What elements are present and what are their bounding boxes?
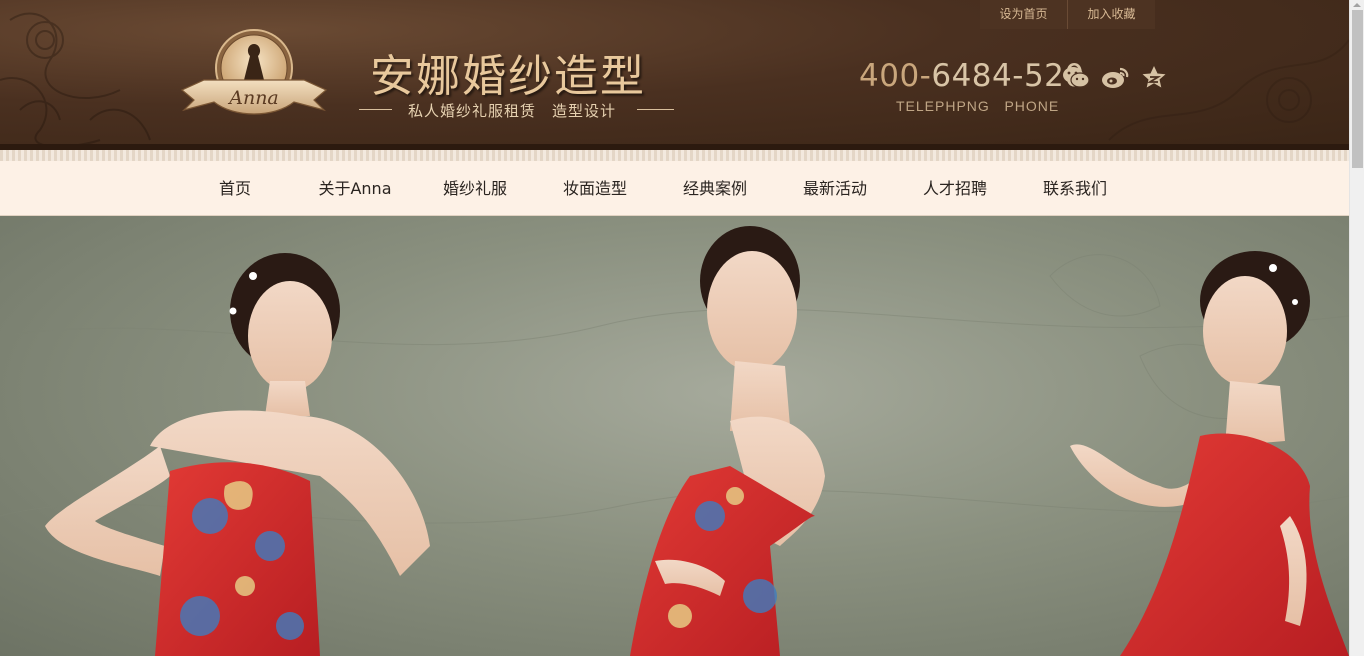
page-scrollbar[interactable] — [1349, 0, 1364, 656]
main-nav: 首页 关于Anna 婚纱礼服 妆面造型 经典案例 最新活动 人才招聘 联系我们 — [0, 161, 1349, 216]
nav-pattern-strip — [0, 150, 1349, 161]
model-right — [1070, 251, 1349, 656]
divider-line — [359, 109, 392, 110]
nav-item-cases[interactable]: 经典案例 — [655, 161, 775, 216]
scroll-up-arrow[interactable] — [1353, 3, 1361, 7]
phone-number: 400-6484-520 — [859, 58, 1085, 94]
nav-item-home[interactable]: 首页 — [175, 161, 295, 216]
scroll-thumb[interactable] — [1352, 10, 1363, 168]
add-bookmark-link[interactable]: 加入收藏 — [1067, 0, 1155, 29]
hero-banner[interactable] — [0, 216, 1349, 656]
nav-item-about[interactable]: 关于Anna — [295, 161, 415, 216]
anna-logo[interactable]: Anna — [174, 28, 334, 126]
nav-item-wedding-dress[interactable]: 婚纱礼服 — [415, 161, 535, 216]
model-left — [45, 253, 430, 656]
nav-item-careers[interactable]: 人才招聘 — [895, 161, 1015, 216]
set-homepage-link[interactable]: 设为首页 — [980, 0, 1067, 29]
floral-ornament-left — [0, 12, 151, 148]
weibo-icon[interactable] — [1101, 64, 1129, 90]
nav-item-makeup[interactable]: 妆面造型 — [535, 161, 655, 216]
nav-item-contact[interactable]: 联系我们 — [1015, 161, 1135, 216]
brand-title: 安娜婚纱造型 — [370, 51, 646, 102]
top-links: 设为首页 加入收藏 — [980, 0, 1155, 29]
subtitle-rental: 私人婚纱礼服租赁 — [408, 102, 537, 120]
divider-line — [637, 109, 674, 110]
subtitle-styling: 造型设计 — [552, 102, 617, 120]
site-header: 设为首页 加入收藏 Anna 安娜婚纱造型 私人婚纱礼服租赁 造型设计 400-6… — [0, 0, 1349, 150]
phone-label: TELEPHPNG PHONE — [896, 98, 1060, 114]
model-center — [630, 226, 825, 656]
banner-photo — [0, 226, 1349, 656]
phone-prefix: 400- — [859, 58, 932, 94]
qzone-icon[interactable] — [1140, 64, 1168, 90]
svg-text:Anna: Anna — [227, 87, 279, 109]
nav-item-events[interactable]: 最新活动 — [775, 161, 895, 216]
wechat-icon[interactable] — [1062, 64, 1090, 90]
brand-subtitle: 私人婚纱礼服租赁 造型设计 — [408, 100, 616, 121]
